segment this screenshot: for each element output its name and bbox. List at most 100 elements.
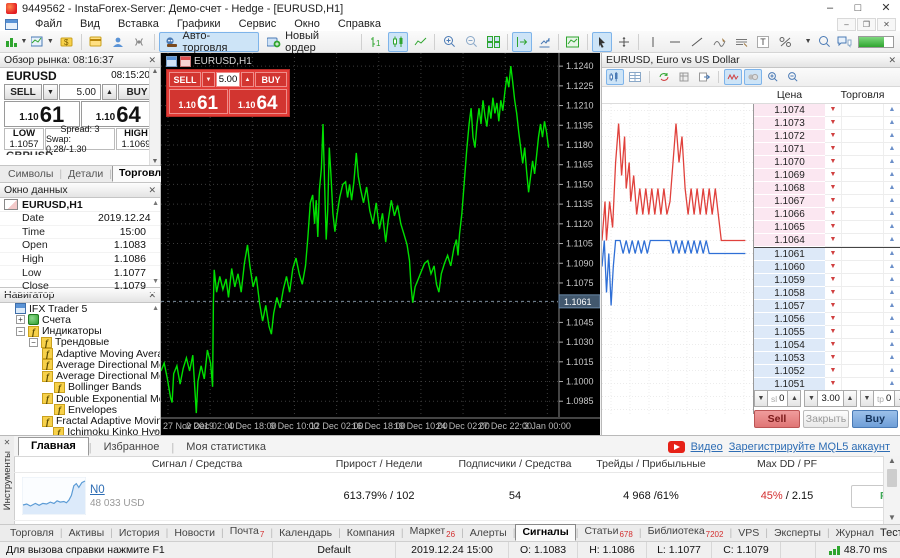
status-profile[interactable]: Default (272, 542, 395, 558)
dom-price-cell[interactable]: 1.1060 (754, 261, 825, 274)
dom-price-cell[interactable]: 1.1061 (754, 248, 825, 261)
sell-caret-icon[interactable]: ▼ (825, 287, 842, 299)
new-chart-button[interactable]: ▼ (4, 32, 28, 52)
signals-service-button[interactable] (130, 32, 150, 52)
bottom-tab-Компания[interactable]: Компания (341, 526, 401, 541)
scroll-down-icon[interactable]: ▼ (152, 278, 159, 285)
auto-trading-button[interactable]: Авто-торговля (159, 32, 260, 52)
sl-value[interactable]: 0 (779, 393, 784, 404)
buy-caret-icon[interactable]: ▲ (883, 248, 900, 260)
dom-ticks-icon[interactable] (724, 69, 742, 85)
dom-chart-mode-icon[interactable] (606, 69, 624, 85)
tree-item-Average Directional Mov[interactable]: fAverage Directional Mov (0, 371, 160, 382)
chart-area[interactable]: 1.12401.12251.12101.11951.11801.11651.11… (161, 53, 600, 435)
buy-caret-icon[interactable]: ▲ (883, 365, 900, 377)
oct-volume-up-icon[interactable]: ▲ (241, 72, 254, 87)
dom-price-cell[interactable]: 1.1052 (754, 365, 825, 378)
sell-caret-icon[interactable]: ▼ (825, 143, 842, 155)
sell-caret-icon[interactable]: ▼ (825, 169, 842, 181)
sell-caret-icon[interactable]: ▼ (825, 313, 842, 325)
expand-icon[interactable]: + (16, 315, 25, 324)
close-icon[interactable]: ✕ (872, 0, 900, 17)
tree-item-Индикаторы[interactable]: −fИндикаторы (0, 326, 160, 337)
tree-item-Average Directional Mov[interactable]: fAverage Directional Mov (0, 359, 160, 370)
menu-item-Справка[interactable]: Справка (329, 18, 390, 30)
line-chart-button[interactable] (410, 32, 430, 52)
dom-price-cell[interactable]: 1.1064 (754, 234, 825, 247)
sell-caret-icon[interactable]: ▼ (825, 234, 842, 246)
chat-icon[interactable] (837, 36, 852, 48)
sell-caret-icon[interactable]: ▼ (825, 104, 842, 116)
signals-tab-Главная[interactable]: Главная (18, 437, 89, 456)
mql5-register-link[interactable]: Зарегистрируйте MQL5 аккаунт (729, 441, 890, 453)
buy-caret-icon[interactable]: ▲ (883, 208, 900, 220)
oct-volume-down-icon[interactable]: ▼ (202, 72, 215, 87)
buy-caret-icon[interactable]: ▲ (883, 104, 900, 116)
tree-item-Envelopes[interactable]: fEnvelopes (0, 404, 160, 415)
dom-zoom-out-icon[interactable] (784, 69, 802, 85)
sell-caret-icon[interactable]: ▼ (825, 221, 842, 233)
buy-caret-icon[interactable]: ▲ (883, 300, 900, 312)
dom-export-icon[interactable] (695, 69, 713, 85)
video-icon[interactable] (668, 441, 685, 453)
bottom-tab-VPS[interactable]: VPS (732, 526, 765, 541)
tile-windows-button[interactable] (483, 32, 503, 52)
sell-caret-icon[interactable]: ▼ (825, 339, 842, 351)
buy-caret-icon[interactable]: ▲ (883, 313, 900, 325)
community-button[interactable] (108, 32, 128, 52)
dom-price-cell[interactable]: 1.1069 (754, 169, 825, 182)
tree-item-Bollinger Bands[interactable]: fBollinger Bands (0, 382, 160, 393)
child-close-icon[interactable]: ✕ (877, 18, 896, 31)
tp-down-icon[interactable]: ▼ (860, 390, 874, 407)
buy-caret-icon[interactable]: ▲ (883, 352, 900, 364)
new-order-button[interactable]: Новый ордер (261, 32, 357, 52)
tree-item-Adaptive Moving Averag[interactable]: fAdaptive Moving Averag (0, 348, 160, 359)
volume-down-icon[interactable]: ▼ (804, 390, 818, 407)
dom-zoom-in-icon[interactable] (764, 69, 782, 85)
sell-caret-icon[interactable]: ▼ (825, 378, 842, 390)
search-icon[interactable] (818, 35, 831, 48)
bottom-tab-Алерты[interactable]: Алерты (464, 526, 513, 541)
vertical-line-button[interactable] (643, 32, 663, 52)
oct-bid-quote[interactable]: 1.1061 (169, 89, 228, 114)
sell-caret-icon[interactable]: ▼ (825, 274, 842, 286)
bottom-tab-Почта[interactable]: Почта7 (224, 524, 271, 541)
sell-caret-icon[interactable]: ▼ (825, 130, 842, 142)
dom-price-cell[interactable]: 1.1065 (754, 221, 825, 234)
close-icon[interactable]: ✕ (148, 55, 156, 66)
tab-Детали[interactable]: Детали (62, 167, 109, 182)
zoom-out-button[interactable] (461, 32, 481, 52)
sell-caret-icon[interactable]: ▼ (825, 156, 842, 168)
bottom-tab-Библиотека[interactable]: Библиотека7202 (642, 524, 730, 541)
bottom-tab-Статьи[interactable]: Статьи678 (578, 524, 638, 541)
oct-sell-button[interactable]: SELL (169, 72, 201, 87)
market-watch-scrollbar[interactable]: ▲▼ (149, 68, 160, 165)
close-icon[interactable]: ✕ (148, 185, 156, 196)
dom-price-cell[interactable]: 1.1066 (754, 208, 825, 221)
text-button[interactable]: T (753, 32, 773, 52)
menu-item-Файл[interactable]: Файл (26, 18, 71, 30)
dom-volume-value[interactable]: 3.00 (821, 393, 840, 404)
buy-caret-icon[interactable]: ▲ (883, 221, 900, 233)
objects-dropdown-icon[interactable]: ▼ (797, 32, 817, 52)
collapse-icon[interactable]: − (16, 327, 25, 336)
bar-chart-button[interactable]: 1 (366, 32, 386, 52)
crosshair-button[interactable] (614, 32, 634, 52)
profiles-button[interactable]: ▼ (30, 32, 54, 52)
buy-caret-icon[interactable]: ▲ (883, 274, 900, 286)
bottom-tab-История[interactable]: История (113, 526, 166, 541)
auto-scroll-button[interactable] (534, 32, 554, 52)
horizontal-line-button[interactable] (665, 32, 685, 52)
bottom-tab-Новости[interactable]: Новости (168, 526, 221, 541)
chart-window-icon[interactable] (5, 19, 18, 30)
scrollbar-thumb[interactable] (887, 469, 897, 487)
sell-caret-icon[interactable]: ▼ (825, 261, 842, 273)
sell-caret-icon[interactable]: ▼ (825, 208, 842, 220)
buy-caret-icon[interactable]: ▲ (883, 182, 900, 194)
volume-input[interactable]: 5.00 (59, 84, 101, 100)
dom-price-cell[interactable]: 1.1067 (754, 195, 825, 208)
dom-sell-button[interactable]: Sell (754, 410, 800, 428)
dom-price-cell[interactable]: 1.1054 (754, 339, 825, 352)
dom-refresh-icon[interactable] (655, 69, 673, 85)
dom-price-cell[interactable]: 1.1072 (754, 130, 825, 143)
